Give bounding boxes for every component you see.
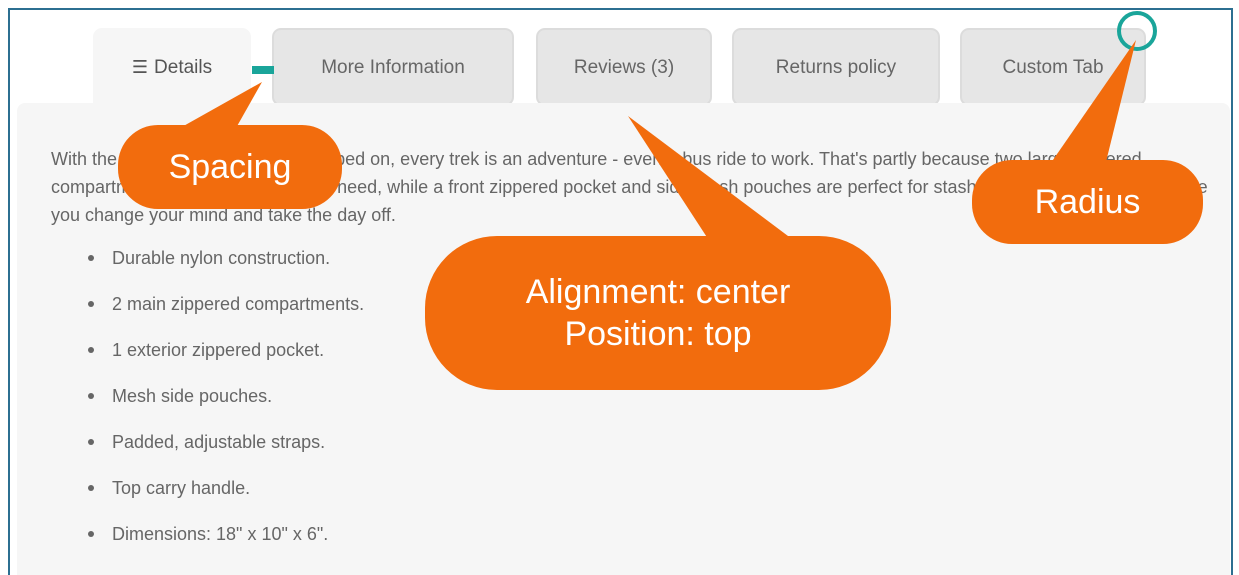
- tab-label: Details: [154, 57, 213, 78]
- list-item: Durable nylon construction.: [17, 244, 364, 290]
- tab-returns-policy[interactable]: Returns policy: [732, 28, 940, 106]
- tab-label: Returns policy: [775, 57, 897, 78]
- tab-details[interactable]: ☰ Details: [93, 28, 251, 106]
- list-icon: ☰: [131, 57, 149, 77]
- spacing-marker: [252, 66, 274, 74]
- tab-label: Reviews (3): [573, 57, 675, 78]
- alignment-callout-line1: Alignment: center: [525, 273, 791, 311]
- radius-marker-circle: [1117, 11, 1157, 51]
- alignment-callout-line2: Position: top: [564, 315, 752, 353]
- spacing-callout-label: Spacing: [168, 148, 292, 186]
- list-item: Top carry handle.: [17, 474, 364, 520]
- list-item: Dimensions: 18" x 10" x 6".: [17, 520, 364, 566]
- list-item: Mesh side pouches.: [17, 382, 364, 428]
- tab-label: More Information: [321, 57, 465, 78]
- tab-more-information[interactable]: More Information: [272, 28, 514, 106]
- list-item: Padded, adjustable straps.: [17, 428, 364, 474]
- list-item: 1 exterior zippered pocket.: [17, 336, 364, 382]
- tab-label: Custom Tab: [1002, 57, 1104, 78]
- list-item: 2 main zippered compartments.: [17, 290, 364, 336]
- feature-list: Durable nylon construction. 2 main zippe…: [17, 244, 364, 566]
- tab-reviews[interactable]: Reviews (3): [536, 28, 712, 106]
- radius-callout-label: Radius: [1034, 183, 1141, 221]
